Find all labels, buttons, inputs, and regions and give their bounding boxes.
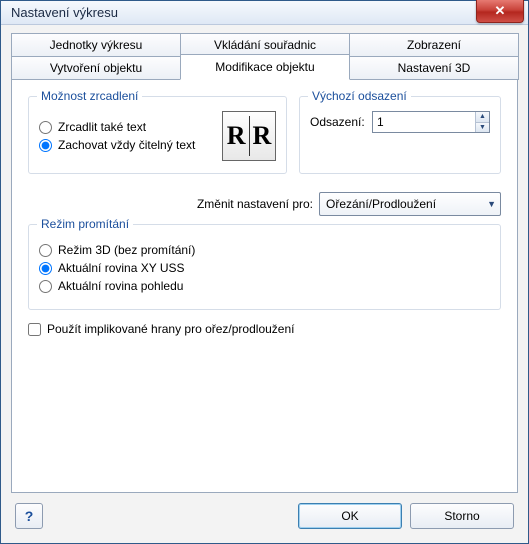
group-offset-legend: Výchozí odsazení [308, 89, 411, 103]
tab-3d-settings[interactable]: Nastavení 3D [349, 56, 519, 80]
ok-button[interactable]: OK [298, 503, 402, 529]
offset-label: Odsazení: [310, 115, 366, 129]
radio-proj-3d-label: Režim 3D (bez promítání) [58, 243, 195, 257]
group-offset: Výchozí odsazení Odsazení: ▲ ▼ [299, 96, 501, 174]
change-for-value: Ořezání/Prodloužení [326, 197, 436, 211]
group-mirror: Možnost zrcadlení Zrcadlit také text Zac… [28, 96, 287, 174]
mirror-preview-left-r: R [227, 121, 246, 151]
radio-keep-readable-label: Zachovat vždy čitelný text [58, 138, 195, 152]
group-projection: Režim promítání Režim 3D (bez promítání)… [28, 224, 501, 310]
help-button[interactable]: ? [15, 503, 43, 529]
dialog-window: Nastavení výkresu ✕ Jednotky výkresu Vkl… [0, 0, 529, 544]
window-title: Nastavení výkresu [11, 5, 118, 20]
checkbox-implied-edges-label: Použít implikované hrany pro ořez/prodlo… [47, 322, 294, 336]
tab-panel-modify: Možnost zrcadlení Zrcadlit také text Zac… [11, 79, 518, 493]
spin-up-icon[interactable]: ▲ [476, 112, 489, 123]
spin-down-icon[interactable]: ▼ [476, 123, 489, 133]
change-for-label: Změnit nastavení pro: [197, 197, 313, 211]
radio-mirror-text-label: Zrcadlit také text [58, 120, 146, 134]
offset-spinner[interactable]: ▲ ▼ [372, 111, 490, 133]
tab-object-create[interactable]: Vytvoření objektu [11, 56, 181, 80]
titlebar[interactable]: Nastavení výkresu ✕ [1, 1, 528, 25]
mirror-preview: R R [222, 111, 276, 161]
help-icon: ? [25, 508, 34, 524]
tab-units[interactable]: Jednotky výkresu [11, 33, 181, 56]
group-projection-legend: Režim promítání [37, 217, 133, 231]
offset-input[interactable] [373, 112, 475, 132]
radio-proj-xy[interactable] [39, 262, 52, 275]
tab-control: Jednotky výkresu Vkládání souřadnic Zobr… [11, 33, 518, 80]
tab-display[interactable]: Zobrazení [349, 33, 519, 56]
client-area: Jednotky výkresu Vkládání souřadnic Zobr… [1, 25, 528, 543]
checkbox-implied-edges[interactable] [28, 323, 41, 336]
radio-proj-xy-label: Aktuální rovina XY USS [58, 261, 185, 275]
tab-coord-input[interactable]: Vkládání souřadnic [180, 33, 350, 56]
radio-proj-3d[interactable] [39, 244, 52, 257]
button-bar: ? OK Storno [11, 493, 518, 533]
radio-proj-view-label: Aktuální rovina pohledu [58, 279, 183, 293]
group-mirror-legend: Možnost zrcadlení [37, 89, 142, 103]
tab-object-modify[interactable]: Modifikace objektu [180, 54, 350, 80]
close-button[interactable]: ✕ [476, 0, 524, 23]
radio-keep-readable[interactable] [39, 139, 52, 152]
mirror-preview-divider [249, 116, 250, 156]
radio-mirror-text[interactable] [39, 121, 52, 134]
mirror-preview-right-r: R [253, 121, 272, 151]
change-for-combo[interactable]: Ořezání/Prodloužení ▼ [319, 192, 501, 216]
cancel-button[interactable]: Storno [410, 503, 514, 529]
chevron-down-icon: ▼ [487, 199, 496, 209]
radio-proj-view[interactable] [39, 280, 52, 293]
close-icon: ✕ [495, 3, 506, 19]
